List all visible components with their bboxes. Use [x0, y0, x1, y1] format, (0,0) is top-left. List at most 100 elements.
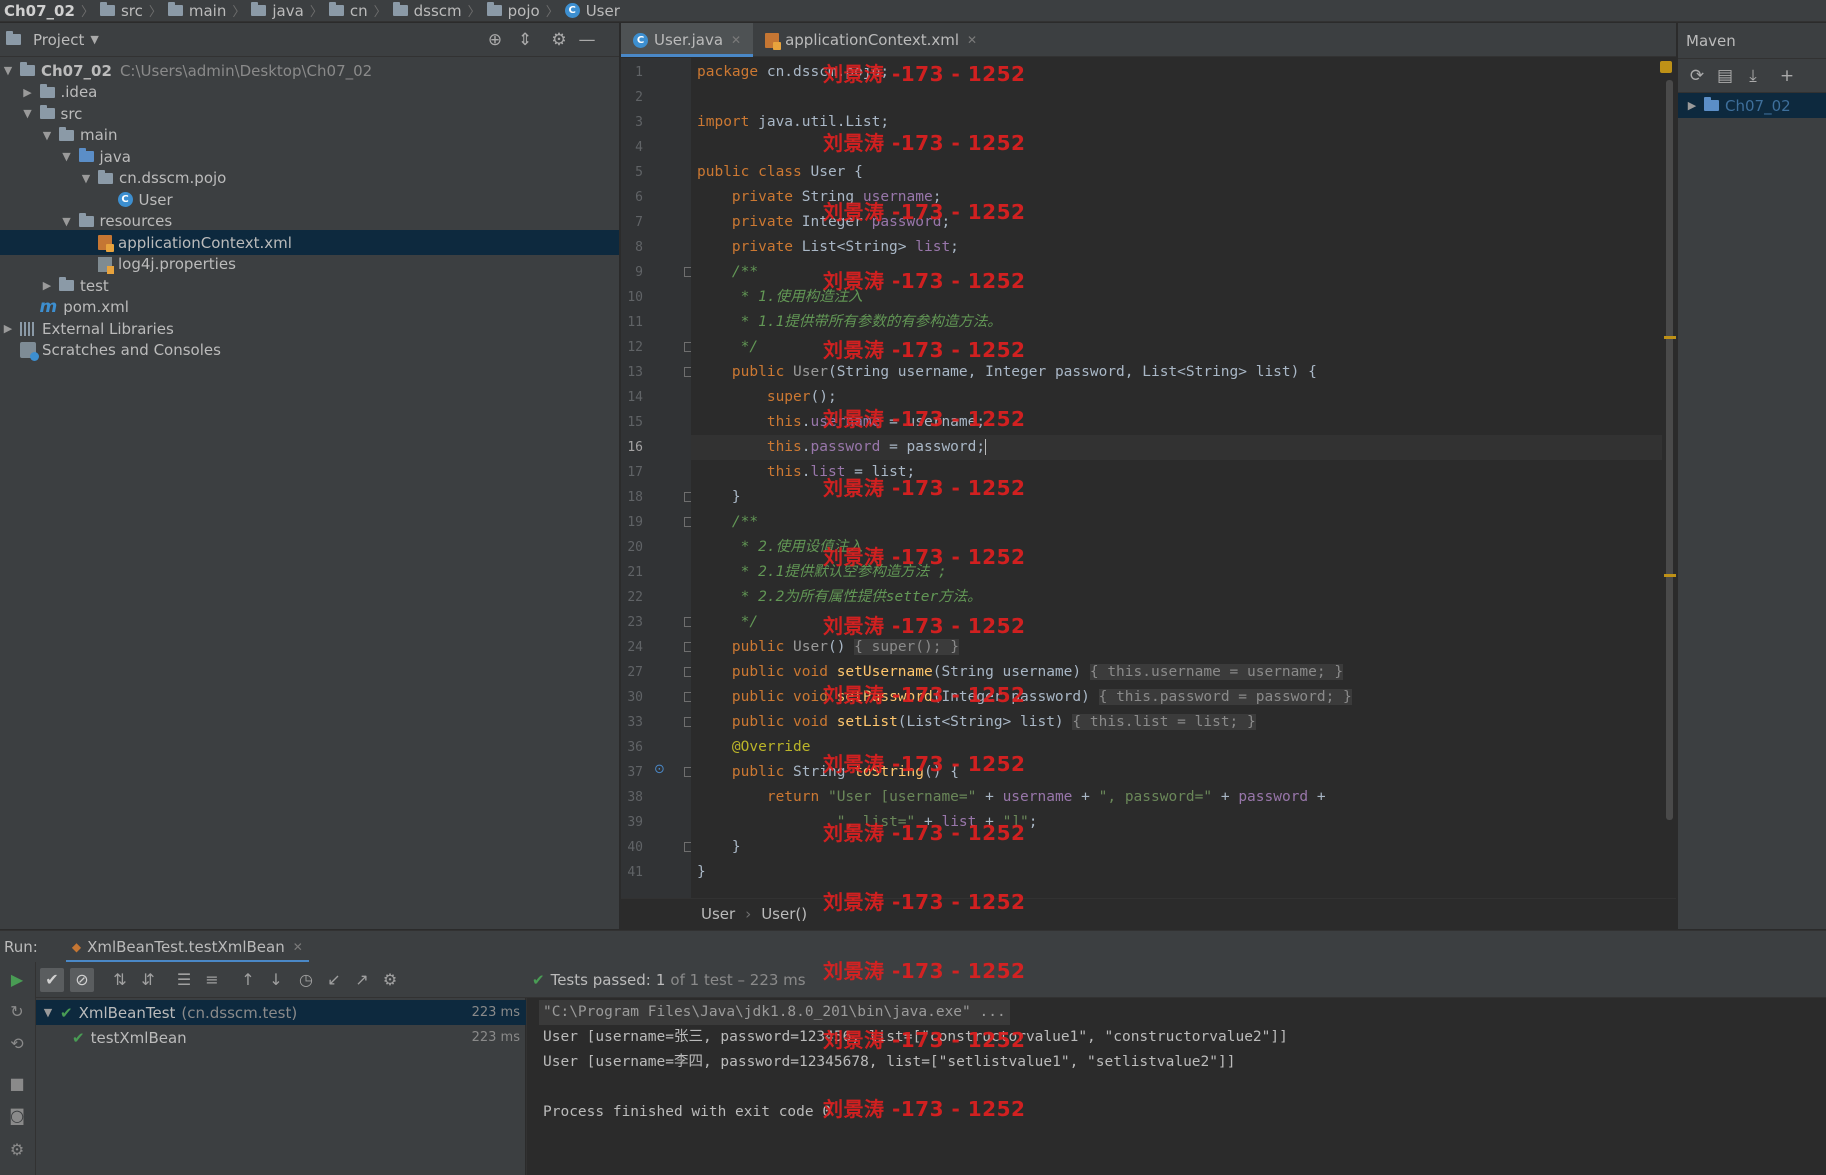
refresh-icon[interactable]: ⟳ — [1686, 65, 1708, 87]
folder-icon — [392, 2, 408, 16]
test-duration: 223 ms — [471, 1005, 520, 1020]
line-number: 37 — [627, 765, 643, 780]
import-tests-icon[interactable]: ↙ — [322, 968, 346, 992]
editor-tabs: C User.java ✕ applicationContext.xml ✕ — [621, 23, 1676, 57]
chevron-right-icon[interactable]: ▶ — [39, 279, 55, 292]
scratches-icon — [20, 342, 39, 361]
chevron-down-icon[interactable]: ▼ — [20, 107, 36, 120]
breadcrumb-item[interactable]: pojo — [486, 1, 540, 20]
download-icon[interactable]: ⤓ — [1742, 65, 1764, 87]
chevron-down-icon[interactable]: ▼ — [90, 33, 98, 46]
show-passed-icon[interactable]: ✔ — [40, 968, 64, 992]
close-icon[interactable]: ✕ — [293, 940, 303, 954]
chevron-right-icon[interactable]: ▶ — [1684, 99, 1700, 112]
hide-panel-icon[interactable]: — — [576, 29, 598, 51]
warning-marker[interactable] — [1664, 336, 1676, 339]
watermark-text: 刘景涛 -173 - 1252 — [823, 407, 1026, 431]
project-panel-title[interactable]: Project — [33, 31, 84, 49]
class-icon: C — [633, 32, 648, 48]
test-result-item[interactable]: ▼ ✔ XmlBeanTest (cn.dsscm.test) 223 ms — [36, 1000, 526, 1025]
editor-tab[interactable]: applicationContext.xml ✕ — [753, 23, 989, 57]
breadcrumb-label: java — [272, 1, 304, 20]
watermark-text: 刘景涛 -173 - 1252 — [823, 752, 1026, 776]
chevron-right-icon: 〉 — [545, 5, 559, 20]
sort-alpha-icon[interactable]: ⇅ — [108, 968, 132, 992]
gear-icon[interactable]: ⚙ — [378, 968, 402, 992]
next-test-icon[interactable]: ↓ — [264, 968, 288, 992]
console-line: Process finished with exit code 0 — [543, 1104, 832, 1120]
code-line: return "User [username=" + username + ",… — [766, 789, 1326, 805]
run-tab[interactable]: ◆ XmlBeanTest.testXmlBean ✕ — [65, 931, 309, 963]
chevron-down-icon[interactable]: ▼ — [40, 1006, 56, 1019]
run-label: Run: — [4, 937, 38, 956]
chevron-down-icon[interactable]: ▼ — [39, 129, 55, 142]
close-icon[interactable]: ✕ — [967, 33, 977, 47]
history-icon[interactable]: ◷ — [294, 968, 318, 992]
chevron-right-icon: 〉 — [80, 5, 94, 20]
chevron-right-icon: 〉 — [309, 5, 323, 20]
camera-icon[interactable]: ◙ — [6, 1106, 28, 1128]
chevron-down-icon[interactable]: ▼ — [59, 215, 75, 228]
collapse-all-icon[interactable]: ≡ — [200, 968, 224, 992]
tree-item-label: .idea — [60, 83, 98, 101]
expand-all-icon[interactable]: ☰ — [172, 968, 196, 992]
breadcrumb-item[interactable]: cn — [328, 2, 368, 20]
stop-icon[interactable]: ■ — [6, 1074, 28, 1096]
crumb-class[interactable]: User — [701, 905, 735, 923]
watermark-text: 刘景涛 -173 - 1252 — [823, 890, 1026, 914]
editor-scrollbar[interactable] — [1662, 60, 1676, 898]
maven-project-item[interactable]: ▶ Ch07_02 — [1678, 93, 1826, 118]
editor-tab[interactable]: C User.java ✕ — [621, 23, 754, 57]
test-package: (cn.dsscm.test) — [181, 1003, 298, 1022]
chevron-right-icon: 〉 — [232, 5, 246, 20]
code-line: } — [697, 489, 741, 505]
override-method-icon[interactable]: ⊙ — [654, 762, 665, 777]
tree-item-label: log4j.properties — [118, 255, 236, 273]
crumb-method[interactable]: User() — [761, 905, 807, 923]
collapse-all-icon[interactable]: ⇕ — [514, 29, 536, 51]
class-icon: C — [117, 192, 133, 207]
locate-icon[interactable]: ⊕ — [484, 29, 506, 51]
status-suffix: of 1 test – 223 ms — [670, 970, 806, 989]
toggle-auto-test-icon[interactable]: ⟲ — [6, 1034, 28, 1056]
folder-icon — [39, 83, 55, 98]
show-ignored-icon[interactable]: ⊘ — [70, 968, 94, 992]
rerun-icon[interactable]: ▶ — [6, 970, 28, 992]
breadcrumb-item[interactable]: src — [99, 2, 143, 20]
chevron-down-icon[interactable]: ▼ — [0, 64, 16, 77]
inspection-warning-icon[interactable] — [1660, 61, 1672, 73]
breadcrumb-item[interactable]: C User — [564, 2, 620, 20]
breadcrumb-item[interactable]: main — [167, 1, 227, 20]
line-number: 7 — [635, 215, 643, 230]
warning-marker[interactable] — [1664, 574, 1676, 577]
tree-item-label: test — [80, 276, 109, 295]
scrollbar-thumb[interactable] — [1666, 80, 1673, 820]
gear-icon[interactable]: ⚙ — [548, 29, 570, 51]
generate-sources-icon[interactable]: ▤ — [1714, 65, 1736, 87]
breadcrumb-label: main — [188, 1, 227, 20]
export-tests-icon[interactable]: ↗ — [350, 968, 374, 992]
sort-duration-icon[interactable]: ⇵ — [136, 968, 160, 992]
breadcrumb-item[interactable]: java — [251, 1, 304, 20]
rerun-failed-icon[interactable]: ↻ — [6, 1002, 28, 1024]
folder-icon — [328, 2, 344, 16]
breadcrumb-item[interactable]: Ch07_02 — [4, 2, 75, 20]
breadcrumb-label: pojo — [507, 1, 540, 20]
line-number: 27 — [627, 665, 643, 680]
settings-icon[interactable]: ⚙ — [6, 1140, 28, 1162]
run-tab-label: XmlBeanTest.testXmlBean — [87, 937, 285, 956]
project-path: C:\Users\admin\Desktop\Ch07_02 — [119, 61, 373, 80]
chevron-right-icon[interactable]: ▶ — [0, 322, 16, 335]
test-result-item[interactable]: ✔ testXmlBean 223 ms — [36, 1025, 526, 1050]
previous-test-icon[interactable]: ↑ — [236, 968, 260, 992]
close-icon[interactable]: ✕ — [731, 33, 741, 47]
breadcrumb-item[interactable]: dsscm — [392, 2, 462, 20]
tree-item[interactable]: Scratches and Consoles — [0, 338, 619, 363]
chevron-right-icon[interactable]: ▶ — [20, 86, 36, 99]
chevron-down-icon[interactable]: ▼ — [78, 172, 94, 185]
add-icon[interactable]: + — [1776, 65, 1798, 87]
chevron-down-icon[interactable]: ▼ — [59, 150, 75, 163]
console-output[interactable]: "C:\Program Files\Java\jdk1.8.0_201\bin\… — [526, 998, 1826, 1175]
line-number: 5 — [635, 165, 643, 180]
watermark-text: 刘景涛 -173 - 1252 — [823, 200, 1026, 224]
